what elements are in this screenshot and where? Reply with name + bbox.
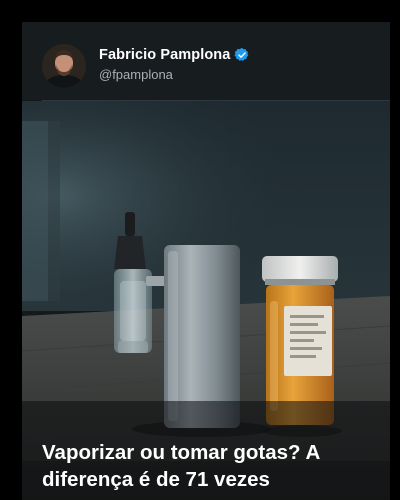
author-name[interactable]: Fabricio Pamplona: [99, 47, 230, 63]
right-margin: [390, 0, 400, 500]
author-handle[interactable]: @fpamplona: [99, 67, 173, 82]
top-margin: [0, 0, 400, 22]
left-margin: [0, 0, 22, 500]
author-name-row: Fabricio Pamplona: [99, 47, 250, 63]
avatar-image: [42, 44, 86, 88]
verified-badge-icon: [234, 47, 250, 63]
post-headline[interactable]: Vaporizar ou tomar gotas? A diferença é …: [42, 439, 382, 493]
post-header: Fabricio Pamplona @fpamplona: [22, 22, 390, 100]
post-card[interactable]: Fabricio Pamplona @fpamplona Vaporizar o…: [22, 22, 390, 500]
avatar[interactable]: [42, 44, 86, 88]
